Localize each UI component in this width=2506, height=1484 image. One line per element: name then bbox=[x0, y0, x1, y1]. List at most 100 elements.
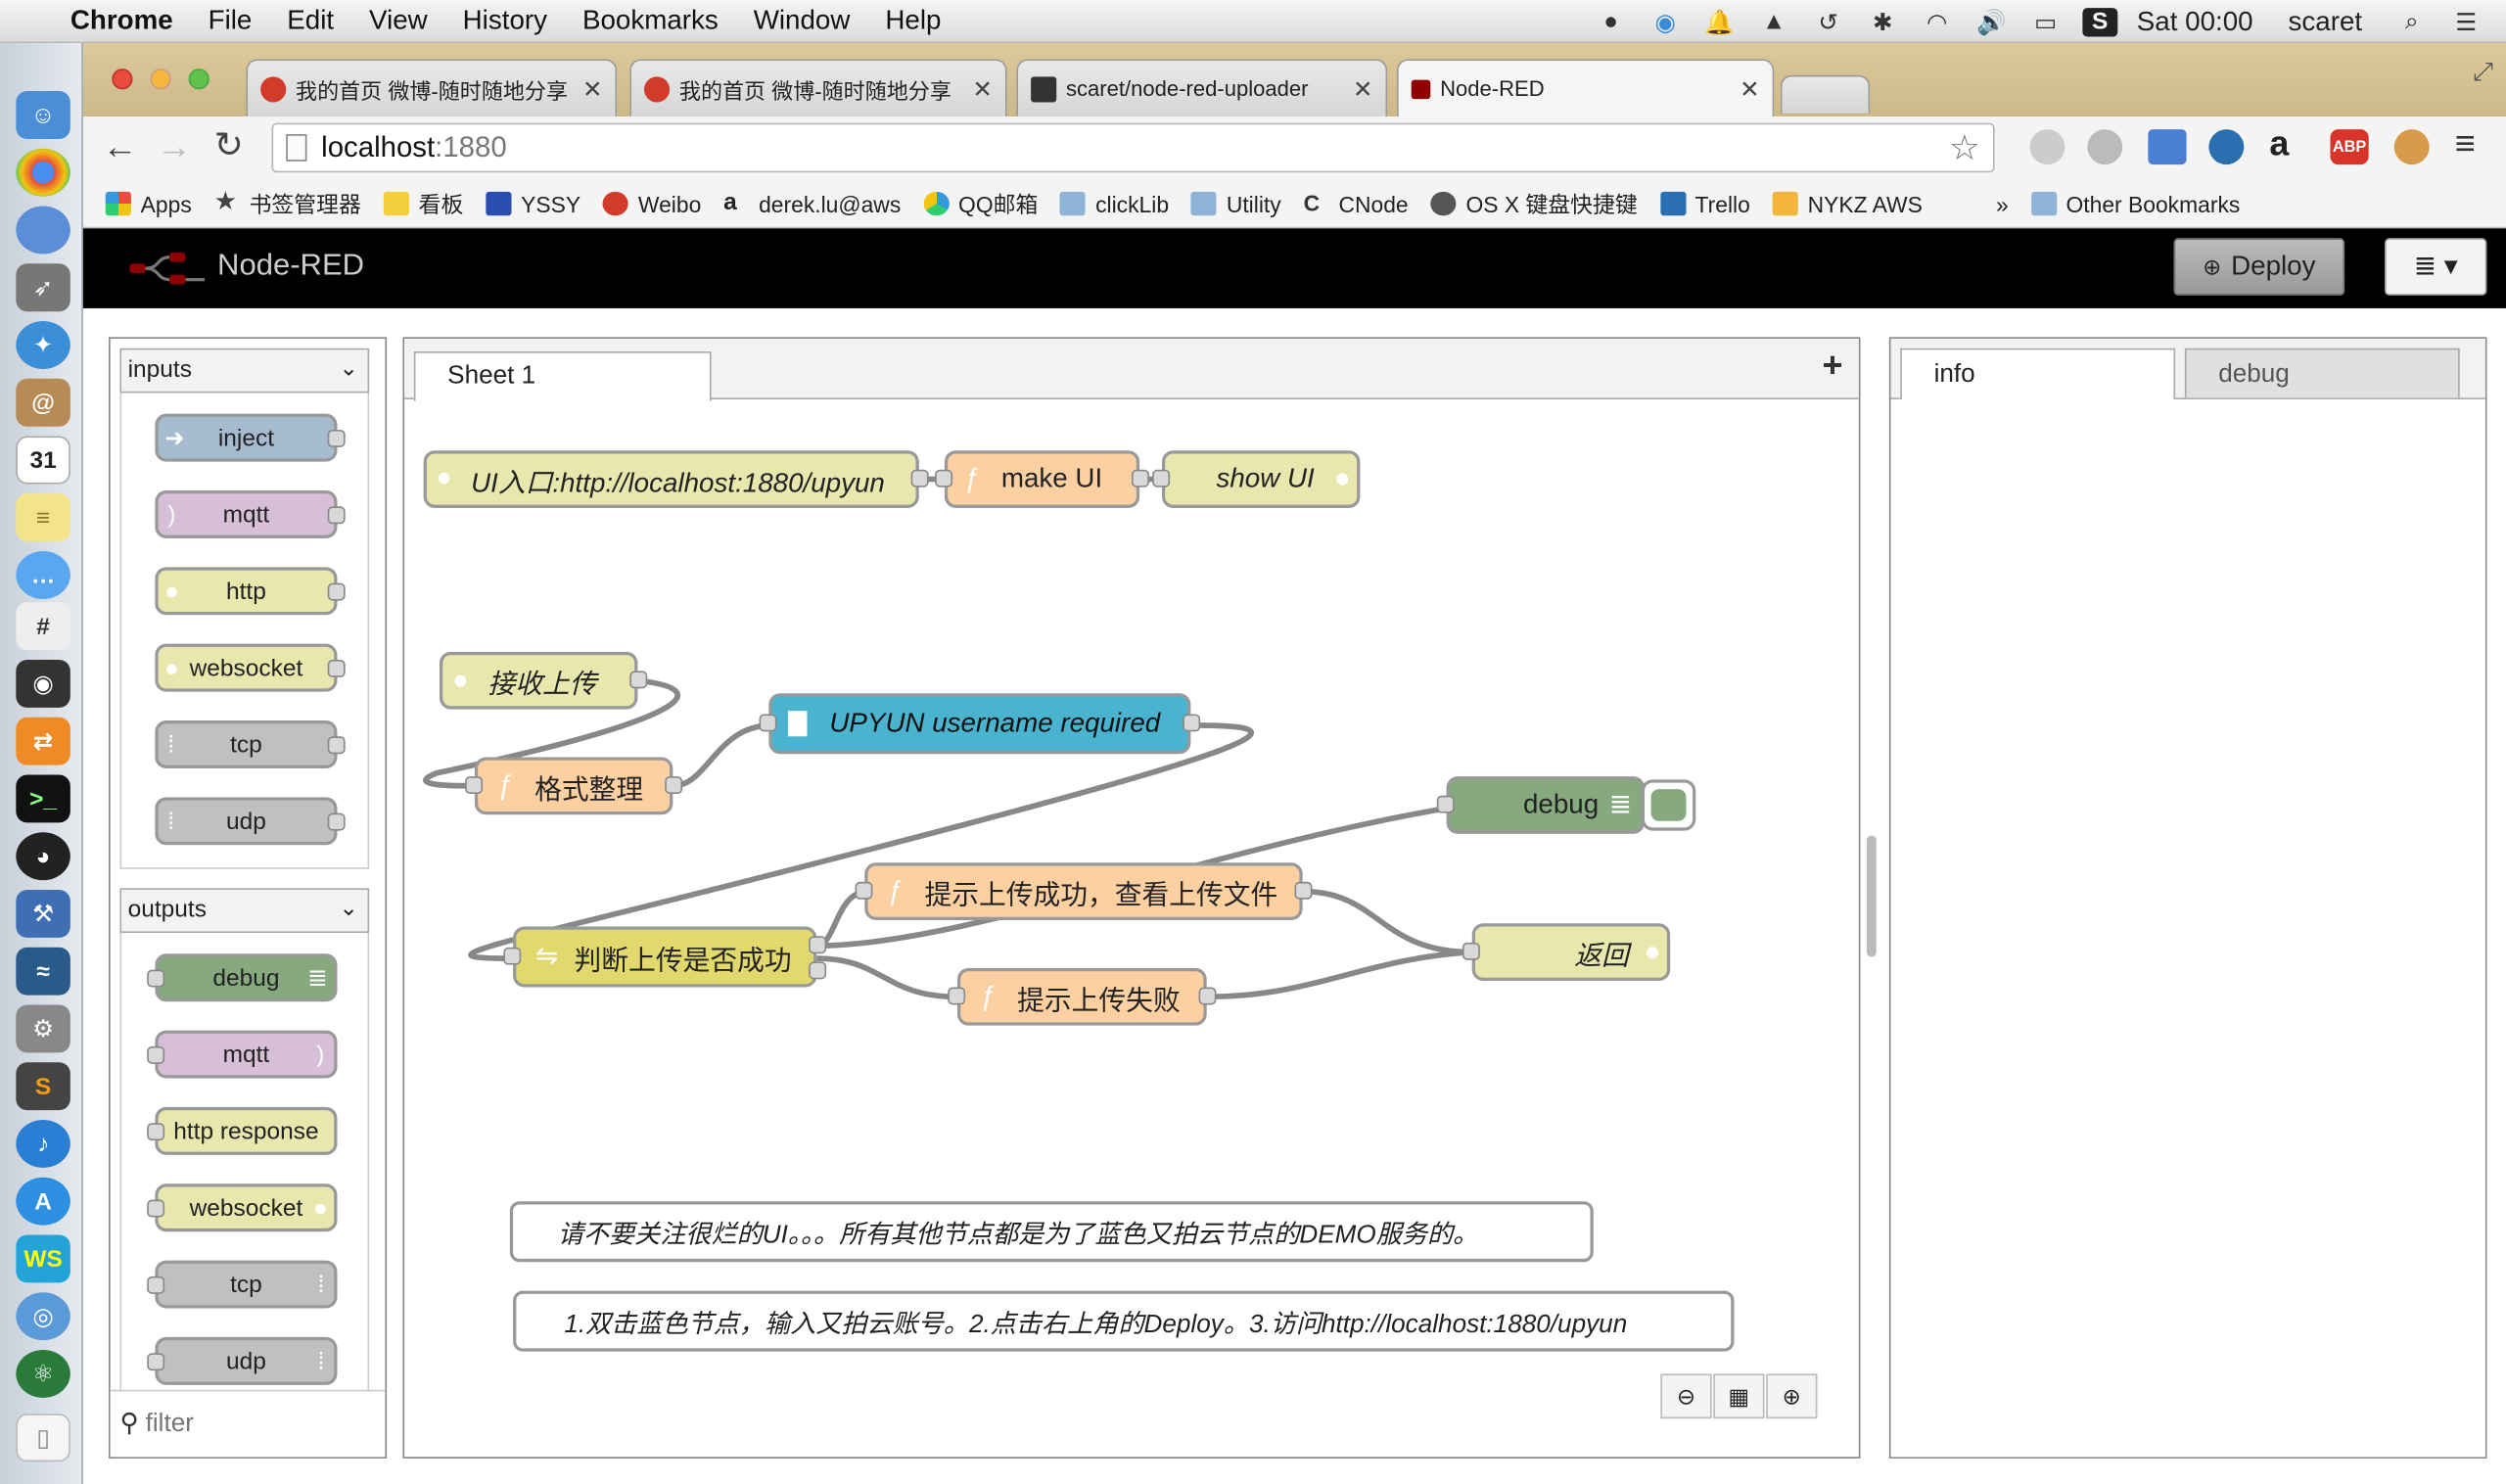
browser-tab-weibo-1[interactable]: 我的首页 微博-随时随地分享 ✕ bbox=[246, 59, 618, 117]
input-port[interactable] bbox=[147, 1275, 165, 1294]
menubar-user[interactable]: scaret bbox=[2289, 6, 2363, 38]
output-port[interactable] bbox=[327, 812, 346, 831]
system-preferences-icon[interactable]: ⚙ bbox=[16, 1004, 70, 1053]
palette-node-websocket-in[interactable]: ● websocket bbox=[155, 643, 346, 692]
close-tab-icon[interactable]: ✕ bbox=[972, 75, 993, 104]
forward-arrow-icon[interactable]: → bbox=[157, 126, 192, 167]
cookie-extension-icon[interactable] bbox=[2393, 129, 2430, 165]
output-port[interactable] bbox=[1131, 469, 1149, 487]
zoom-window-button[interactable] bbox=[188, 69, 209, 90]
palette-node-mqtt-out[interactable]: mqtt) bbox=[147, 1030, 338, 1079]
palette-node-tcp-out[interactable]: tcp ⁞ bbox=[147, 1260, 338, 1309]
close-tab-icon[interactable]: ✕ bbox=[1353, 75, 1373, 104]
document-icon[interactable]: ▯ bbox=[16, 1414, 70, 1462]
palette-node-debug[interactable]: debug ≣ bbox=[147, 953, 338, 1002]
input-port[interactable] bbox=[935, 469, 953, 487]
flow-comment-2[interactable]: 1.双击蓝色节点，输入又拍云账号。2.点击右上角的Deploy。3.访问http… bbox=[513, 1290, 1735, 1352]
bookmark-osx-shortcuts[interactable]: OS X 键盘快捷键 bbox=[1430, 188, 1638, 220]
output-port-1[interactable] bbox=[809, 936, 827, 954]
menu-view[interactable]: View bbox=[369, 5, 428, 37]
palette-node-udp-out[interactable]: udp ⁞ bbox=[147, 1336, 338, 1385]
bookmark-yssy[interactable]: YSSY bbox=[486, 191, 580, 216]
output-port[interactable] bbox=[327, 582, 346, 601]
slack-icon[interactable]: # bbox=[16, 602, 70, 651]
drive-icon[interactable]: ▲ bbox=[1756, 7, 1791, 35]
bookmark-kanban[interactable]: 看板 bbox=[383, 188, 463, 220]
contacts-icon[interactable]: @ bbox=[16, 378, 70, 427]
qq-icon[interactable]: ◕ bbox=[16, 832, 70, 881]
close-window-button[interactable] bbox=[112, 69, 133, 90]
menu-help[interactable]: Help bbox=[885, 5, 941, 37]
chrome-menu-icon[interactable]: ≡ bbox=[2455, 123, 2476, 164]
debug-toggle-button[interactable] bbox=[1641, 779, 1696, 831]
bookmark-utility[interactable]: Utility bbox=[1190, 191, 1281, 216]
calendar-icon[interactable]: 31 bbox=[16, 436, 70, 485]
app-store-icon[interactable]: A bbox=[16, 1177, 70, 1226]
address-bar[interactable]: localhost:1880 ☆ bbox=[271, 122, 1995, 173]
palette-node-mqtt-in[interactable]: ) mqtt bbox=[155, 489, 346, 538]
bookmark-aws[interactable]: a derek.lu@aws bbox=[723, 190, 901, 216]
flow-node-fail[interactable]: ƒ 提示上传失败 bbox=[948, 967, 1217, 1026]
wifi-icon[interactable]: ◠ bbox=[1920, 7, 1955, 36]
flow-node-format[interactable]: ƒ 格式整理 bbox=[465, 757, 683, 815]
input-port[interactable] bbox=[1462, 942, 1480, 960]
flow-node-success[interactable]: ƒ 提示上传成功，查看上传文件 bbox=[855, 862, 1313, 920]
output-port[interactable] bbox=[629, 671, 648, 689]
bookmark-weibo[interactable]: Weibo bbox=[602, 191, 701, 216]
output-port[interactable] bbox=[1183, 714, 1201, 732]
browser-tab-github[interactable]: scaret/node-red-uploader ✕ bbox=[1016, 59, 1388, 117]
sublime-text-icon[interactable]: S bbox=[16, 1062, 70, 1111]
output-port[interactable] bbox=[665, 776, 683, 795]
menu-edit[interactable]: Edit bbox=[287, 5, 334, 37]
extension-quote-icon[interactable] bbox=[2029, 129, 2065, 165]
messages-icon[interactable]: … bbox=[16, 551, 70, 599]
palette-node-tcp-in[interactable]: ⁞ tcp bbox=[155, 719, 346, 768]
chat-bubble-icon[interactable]: ● bbox=[1594, 7, 1629, 35]
palette-node-inject[interactable]: ➜ inject bbox=[155, 413, 346, 462]
flow-node-upyun[interactable]: UPYUN username required bbox=[759, 693, 1201, 755]
back-arrow-icon[interactable]: ← bbox=[102, 126, 137, 167]
input-port[interactable] bbox=[147, 969, 165, 988]
menubar-clock[interactable]: Sat 00:00 bbox=[2137, 6, 2253, 38]
bookmark-other[interactable]: Other Bookmarks bbox=[2030, 191, 2240, 216]
browser-tab-weibo-2[interactable]: 我的首页 微博-随时随地分享 ✕ bbox=[629, 59, 1007, 117]
input-port[interactable] bbox=[759, 714, 777, 732]
extension-screen-icon[interactable] bbox=[2148, 129, 2187, 165]
extension-earth-icon[interactable] bbox=[2208, 129, 2245, 165]
input-port[interactable] bbox=[465, 776, 484, 795]
s-app-icon[interactable]: S bbox=[2082, 7, 2118, 36]
mysql-workbench-icon[interactable]: ≈ bbox=[16, 947, 70, 996]
reload-icon[interactable]: ↻ bbox=[214, 124, 244, 165]
menu-bookmarks[interactable]: Bookmarks bbox=[582, 5, 719, 37]
extension-globe-icon[interactable] bbox=[2087, 129, 2123, 165]
output-port[interactable] bbox=[327, 506, 346, 525]
minimize-window-button[interactable] bbox=[150, 69, 171, 90]
input-port[interactable] bbox=[1436, 795, 1455, 813]
photo-booth-icon[interactable]: ◉ bbox=[16, 659, 70, 708]
terminal-icon[interactable]: >_ bbox=[16, 774, 70, 823]
zoom-in-button[interactable]: ⊕ bbox=[1766, 1373, 1818, 1419]
input-port[interactable] bbox=[147, 1199, 165, 1218]
deploy-button[interactable]: ⊕ Deploy bbox=[2173, 238, 2345, 296]
battery-icon[interactable]: ▭ bbox=[2028, 7, 2064, 36]
zoom-out-button[interactable]: ⊖ bbox=[1660, 1373, 1712, 1419]
output-port[interactable] bbox=[910, 469, 929, 487]
zoom-reset-button[interactable]: ▦ bbox=[1713, 1373, 1765, 1419]
bookmark-star-icon[interactable]: ☆ bbox=[1949, 128, 1980, 169]
output-port[interactable] bbox=[1294, 881, 1313, 900]
sidebar-resize-handle[interactable] bbox=[1866, 835, 1877, 957]
time-machine-icon[interactable]: ↺ bbox=[1811, 7, 1846, 36]
flow-node-ui-entry[interactable]: ● UI入口:http://localhost:1880/upyun bbox=[423, 450, 929, 508]
sync-icon[interactable]: ◉ bbox=[1647, 7, 1683, 36]
output-port-2[interactable] bbox=[809, 961, 827, 980]
chrome-canary-icon[interactable] bbox=[16, 206, 70, 255]
bookmark-manager[interactable]: ★ 书签管理器 bbox=[214, 188, 361, 220]
chrome-icon[interactable] bbox=[16, 148, 70, 197]
bookmark-cnode[interactable]: C CNode bbox=[1304, 191, 1409, 216]
output-port[interactable] bbox=[327, 429, 346, 447]
palette-category-outputs[interactable]: outputs ⌄ bbox=[119, 888, 370, 934]
notification-bell-icon[interactable]: 🔔 bbox=[1702, 7, 1738, 36]
output-port[interactable] bbox=[327, 659, 346, 677]
git-app-icon[interactable]: ⇄ bbox=[16, 717, 70, 765]
safari-icon[interactable]: ✦ bbox=[16, 321, 70, 369]
